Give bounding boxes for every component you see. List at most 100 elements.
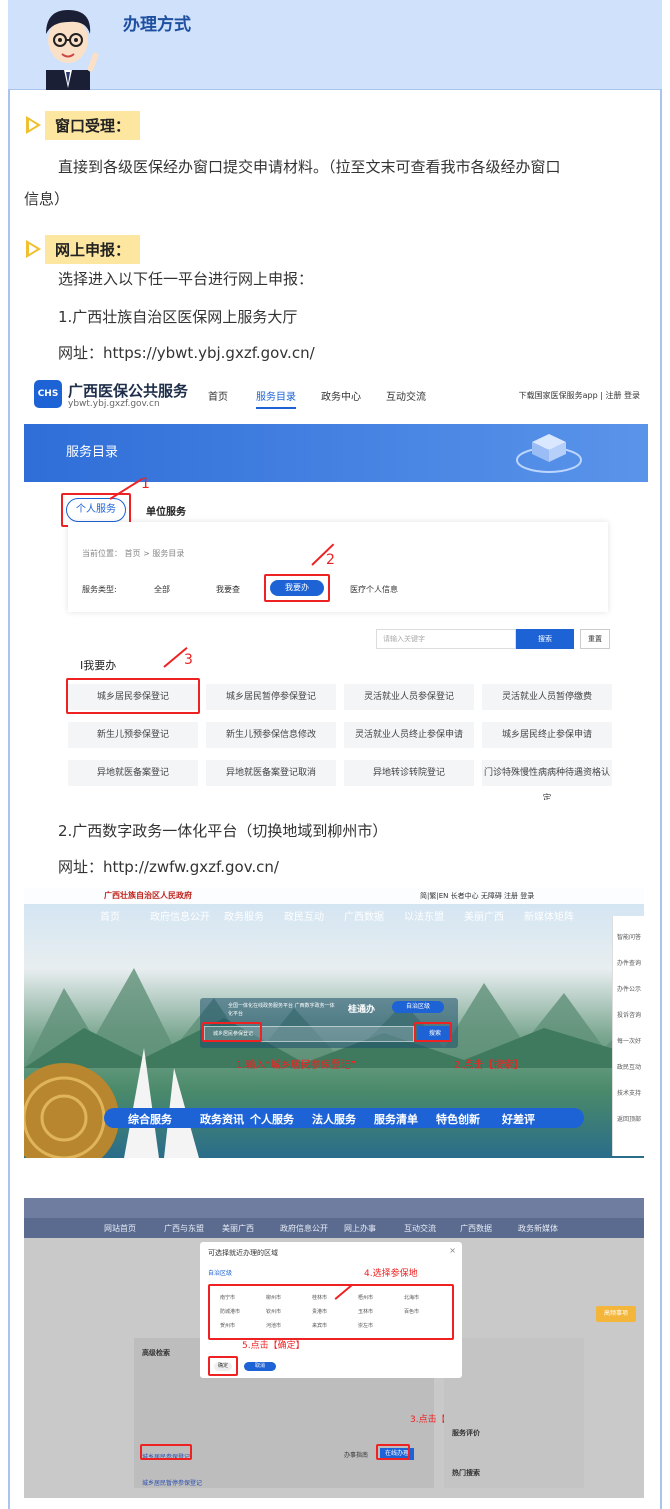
city-item[interactable]: 防城港市 (220, 1308, 240, 1315)
platform2-url[interactable]: 网址：http://zwfw.gxzf.gov.cn/ (58, 852, 279, 882)
grid-item[interactable]: 异地转诊转院登记 (344, 760, 474, 786)
grid-item[interactable]: 灵活就业人员终止参保申请 (344, 722, 474, 748)
menu-item[interactable]: 个人服务 (250, 1111, 294, 1127)
city-item[interactable]: 崇左市 (358, 1322, 373, 1329)
reset-button[interactable]: 重置 (580, 629, 610, 649)
nav-item[interactable]: 政府信息公开 (280, 1223, 328, 1234)
menu-item[interactable]: 好差评 (502, 1111, 535, 1127)
city-item[interactable]: 柳州市 (266, 1294, 281, 1301)
gov-topbar: 广西壮族自治区人民政府 简|繁|EN 长者中心 无障碍 注册 登录 (24, 888, 644, 904)
sidebar-item[interactable]: 智能问答 (613, 932, 645, 941)
highlight-box-2 (264, 574, 330, 602)
menu-item[interactable]: 服务清单 (374, 1111, 418, 1127)
city-item[interactable]: 南宁市 (220, 1294, 235, 1301)
city-grid: 南宁市 柳州市 桂林市 梧州市 北海市 防城港市 钦州市 贵港市 玉林市 百色市… (210, 1286, 440, 1334)
menu-item[interactable]: 法人服务 (312, 1111, 356, 1127)
sidebar-item[interactable]: 投诉咨询 (613, 1010, 645, 1019)
grid-item[interactable]: 异地就医备案登记 (68, 760, 198, 786)
nav-item[interactable]: 首页 (100, 908, 120, 923)
tab-unit-service[interactable]: 单位服务 (146, 503, 186, 518)
modal-tab-region[interactable]: 自治区级 (208, 1268, 232, 1277)
grid-item[interactable]: 异地就医备案登记取消 (206, 760, 336, 786)
nav-item[interactable]: 新媒体矩阵 (524, 908, 574, 923)
result-item[interactable]: 城乡居民暂停参保登记 (142, 1478, 202, 1487)
cube-graphic-icon (516, 434, 582, 473)
sidebar-item[interactable]: 返回顶部 (613, 1114, 645, 1123)
nav-home[interactable]: 首页 (208, 388, 228, 403)
grid-item[interactable]: 灵活就业人员参保登记 (344, 684, 474, 710)
nav-item[interactable]: 美丽广西 (222, 1223, 254, 1234)
city-item[interactable]: 桂林市 (312, 1294, 327, 1301)
city-item[interactable]: 梧州市 (358, 1294, 373, 1301)
city-item[interactable]: 北海市 (404, 1294, 419, 1301)
grid-item[interactable]: 灵活就业人员暂停缴费 (482, 684, 612, 710)
menu-item[interactable]: 综合服务 (128, 1111, 172, 1127)
nav-item[interactable]: 网站首页 (104, 1223, 136, 1234)
sidebar-item[interactable]: 办件查询 (613, 958, 645, 967)
city-item[interactable]: 来宾市 (312, 1322, 327, 1329)
nav-item[interactable]: 政府信息公开 (150, 908, 210, 923)
gov-title: 广西壮族自治区人民政府 (104, 891, 192, 900)
screenshot-ybwt: CHS 广西医保公共服务 ybwt.ybj.gxzf.gov.cn 首页 服务目… (24, 374, 648, 800)
nav-item[interactable]: 广西数据 (460, 1223, 492, 1234)
city-item[interactable]: 贵港市 (312, 1308, 327, 1315)
triangle-bullet-icon (26, 240, 41, 258)
modal-cancel-button[interactable]: 取消 (244, 1362, 276, 1371)
city-item[interactable]: 贺州市 (220, 1322, 235, 1329)
city-item[interactable]: 河池市 (266, 1322, 281, 1329)
right-sidebar: 智能问答 办件查询 办件公示 投诉咨询 每一次好 政民互动 技术支持 返回顶部 (612, 916, 644, 1156)
keyword-input[interactable]: 请输入关键字 (376, 629, 516, 649)
top-right-links[interactable]: 下载国家医保服务app | 注册 登录 (519, 390, 640, 401)
nav-item[interactable]: 政务服务 (224, 908, 264, 923)
gov-top-links[interactable]: 简|繁|EN 长者中心 无障碍 注册 登录 (420, 891, 534, 901)
search-button[interactable]: 搜索 (516, 629, 574, 649)
nav-item[interactable]: 以法东盟 (404, 908, 444, 923)
city-item[interactable]: 百色市 (404, 1308, 419, 1315)
triangle-bullet-icon (26, 116, 41, 134)
nav-gov-center[interactable]: 政务中心 (321, 388, 361, 403)
highlight-input-box (202, 1022, 262, 1042)
window-text-line1: 直接到各级医保经办窗口提交申请材料。（拉至文末可查看我市各级经办窗口 (58, 158, 561, 176)
grid-item[interactable]: 城乡居民暂停参保登记 (206, 684, 336, 710)
section-badge: 网上申报： (45, 234, 141, 264)
header-banner: 办理方式 (8, 0, 662, 90)
chs-logo-icon: CHS (34, 380, 62, 408)
grid-item[interactable]: 新生儿预参保信息修改 (206, 722, 336, 748)
nav-interaction[interactable]: 互动交流 (386, 388, 426, 403)
sidebar-item[interactable]: 每一次好 (613, 1036, 645, 1045)
filter-card: 当前位置： 首页 > 服务目录 服务类型: 全部 我要查 我要办 医疗个人信息 (68, 522, 608, 612)
nav-item[interactable]: 网上办事 (344, 1223, 376, 1234)
menu-item[interactable]: 特色创新 (436, 1111, 480, 1127)
type-query[interactable]: 我要查 (216, 584, 240, 595)
type-all[interactable]: 全部 (154, 584, 170, 595)
nav-item[interactable]: 政民互动 (284, 908, 324, 923)
highlight-online-box (376, 1444, 410, 1460)
grid-item[interactable]: 城乡居民终止参保申请 (482, 722, 612, 748)
menu-item[interactable]: 政务资讯 (200, 1111, 244, 1127)
city-item[interactable]: 钦州市 (266, 1308, 281, 1315)
service-menu: 综合服务 政务资讯 个人服务 法人服务 服务清单 特色创新 好差评 (104, 1108, 584, 1128)
grid-item[interactable]: 门诊特殊慢性病病种待遇资格认定 (482, 760, 612, 800)
region-selector[interactable]: 自治区级 (392, 1001, 444, 1013)
online-intro: 选择进入以下任一平台进行网上申报： (58, 270, 314, 288)
section-badge: 窗口受理： (45, 110, 141, 140)
nav-item[interactable]: 互动交流 (404, 1223, 436, 1234)
nav-item[interactable]: 政务新媒体 (518, 1223, 558, 1234)
nav-item[interactable]: 广西数据 (344, 908, 384, 923)
platform1-url[interactable]: 网址：https://ybwt.ybj.gxzf.gov.cn/ (58, 338, 315, 368)
sidebar-item[interactable]: 办件公示 (613, 984, 645, 993)
float-frequent-button[interactable]: 高频事项 (596, 1306, 636, 1322)
type-medical-info[interactable]: 医疗个人信息 (350, 584, 398, 595)
catalog-banner: 服务目录 (24, 424, 648, 482)
nav-service-catalog[interactable]: 服务目录 (256, 388, 296, 409)
guide-button[interactable]: 办事指南 (344, 1450, 368, 1459)
breadcrumb: 当前位置： 首页 > 服务目录 (82, 549, 185, 558)
close-icon[interactable]: × (449, 1246, 456, 1255)
city-item[interactable]: 玉林市 (358, 1308, 373, 1315)
modal-title: 可选择就近办理的区域 (208, 1249, 278, 1257)
nav-item[interactable]: 广西与东盟 (164, 1223, 204, 1234)
sidebar-item[interactable]: 政民互动 (613, 1062, 645, 1071)
grid-item[interactable]: 新生儿预参保登记 (68, 722, 198, 748)
nav-item[interactable]: 美丽广西 (464, 908, 504, 923)
sidebar-item[interactable]: 技术支持 (613, 1088, 645, 1097)
